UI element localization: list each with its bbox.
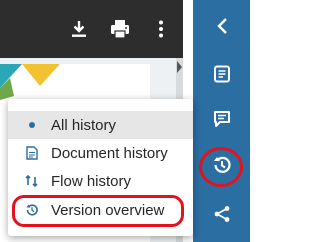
scroll-up-arrow-icon[interactable]: [177, 61, 182, 73]
history-icon[interactable]: [193, 143, 250, 187]
top-toolbar: [0, 0, 183, 58]
menu-item-all-history[interactable]: All history: [8, 111, 193, 139]
history-icon: [25, 203, 39, 217]
document-icon: [25, 146, 39, 160]
share-icon[interactable]: [193, 192, 250, 236]
download-icon[interactable]: [68, 18, 90, 40]
menu-item-label: Flow history: [51, 172, 132, 190]
history-menu: All history Document history Flow histor…: [8, 99, 193, 236]
menu-item-flow-history[interactable]: Flow history: [8, 167, 193, 195]
dot-icon: [25, 118, 39, 132]
menu-item-label: Version overview: [51, 201, 165, 219]
print-icon[interactable]: [109, 18, 131, 40]
more-vertical-icon[interactable]: [150, 18, 172, 40]
flow-arrows-icon: [25, 174, 39, 188]
menu-item-label: Document history: [51, 144, 168, 162]
document-icon[interactable]: [193, 52, 250, 96]
menu-item-document-history[interactable]: Document history: [8, 139, 193, 167]
right-sidebar: [193, 0, 250, 242]
menu-item-label: All history: [51, 116, 117, 134]
chevron-left-icon[interactable]: [193, 4, 250, 48]
comment-icon[interactable]: [193, 97, 250, 141]
menu-item-version-overview[interactable]: Version overview: [8, 196, 193, 224]
